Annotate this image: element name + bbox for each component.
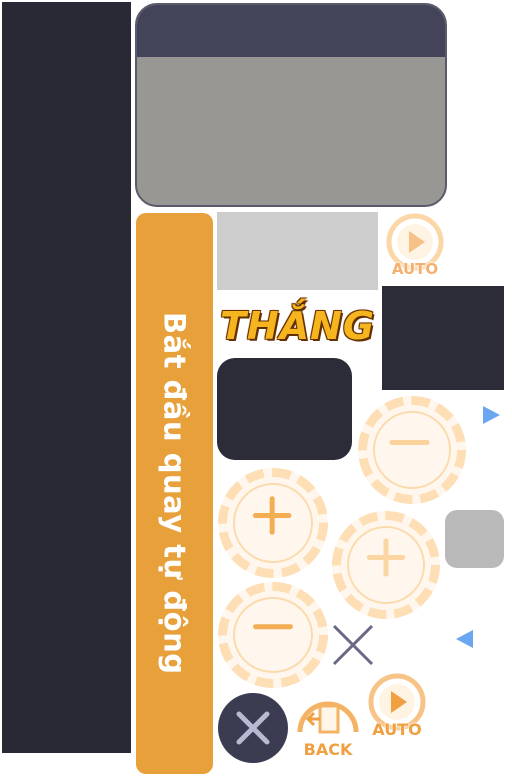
auto-spin-label: Bắt đầu quay tự động xyxy=(157,312,192,675)
auto-label-top: AUTO xyxy=(391,260,439,278)
back-label: BACK xyxy=(303,740,353,759)
plus-icon xyxy=(366,538,406,577)
increase-button[interactable] xyxy=(218,468,328,578)
back-button[interactable]: BACK xyxy=(292,692,364,764)
arrow-right-icon[interactable] xyxy=(480,404,502,426)
auto-label-bottom: AUTO xyxy=(372,720,422,739)
left-panel xyxy=(2,2,131,753)
decrease-button-left[interactable] xyxy=(218,582,328,688)
preview-window xyxy=(135,3,447,207)
auto-button-bottom[interactable]: AUTO xyxy=(362,672,432,744)
grey-placeholder xyxy=(217,212,378,290)
auto-button-top[interactable]: AUTO xyxy=(380,212,450,282)
minus-icon xyxy=(389,440,430,445)
plus-icon xyxy=(252,496,292,535)
minus-icon xyxy=(253,624,293,630)
decrease-button[interactable] xyxy=(358,396,466,504)
small-grey-button[interactable] xyxy=(445,510,504,568)
close-button[interactable] xyxy=(217,692,289,764)
auto-spin-button[interactable]: Bắt đầu quay tự động xyxy=(136,213,213,774)
close-icon[interactable] xyxy=(330,622,376,668)
dark-panel xyxy=(382,286,504,390)
dark-rounded-panel xyxy=(217,358,352,460)
arrow-left-icon[interactable] xyxy=(454,628,476,650)
win-label: THẮNG xyxy=(220,304,376,348)
increase-button-faded[interactable] xyxy=(332,511,440,619)
preview-title-bar xyxy=(137,5,445,57)
